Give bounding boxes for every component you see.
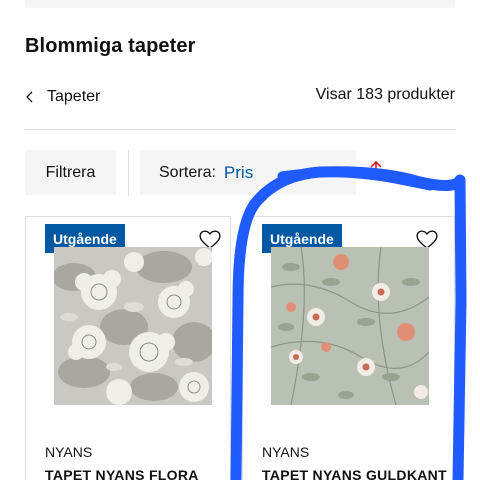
top-bar-remnant [25, 0, 455, 8]
product-image[interactable] [271, 247, 429, 405]
breadcrumb-label: Tapeter [47, 88, 101, 105]
sort-value: Pris [223, 162, 254, 182]
product-image[interactable] [54, 247, 212, 405]
breadcrumb[interactable]: Tapeter [25, 86, 100, 108]
divider [25, 129, 455, 130]
filter-button[interactable]: Filtrera [25, 150, 116, 195]
product-brand: NYANS [262, 444, 310, 460]
sort-button[interactable]: Sortera: Pris [140, 150, 356, 195]
product-card[interactable]: Utgående [25, 216, 231, 480]
product-card[interactable]: Utgående [242, 216, 455, 480]
chevron-left-icon [26, 91, 33, 103]
product-name[interactable]: TAPET NYANS GULDKANT [262, 467, 447, 480]
page-title: Blommiga tapeter [25, 35, 196, 57]
product-brand: NYANS [45, 444, 93, 460]
product-name[interactable]: TAPET NYANS FLORA [45, 467, 199, 480]
sort-label: Sortera: [159, 163, 216, 181]
toolbar-separator [128, 150, 129, 196]
arrow-up-icon[interactable] [368, 158, 384, 180]
product-count: Visar 183 produkter [315, 86, 455, 103]
